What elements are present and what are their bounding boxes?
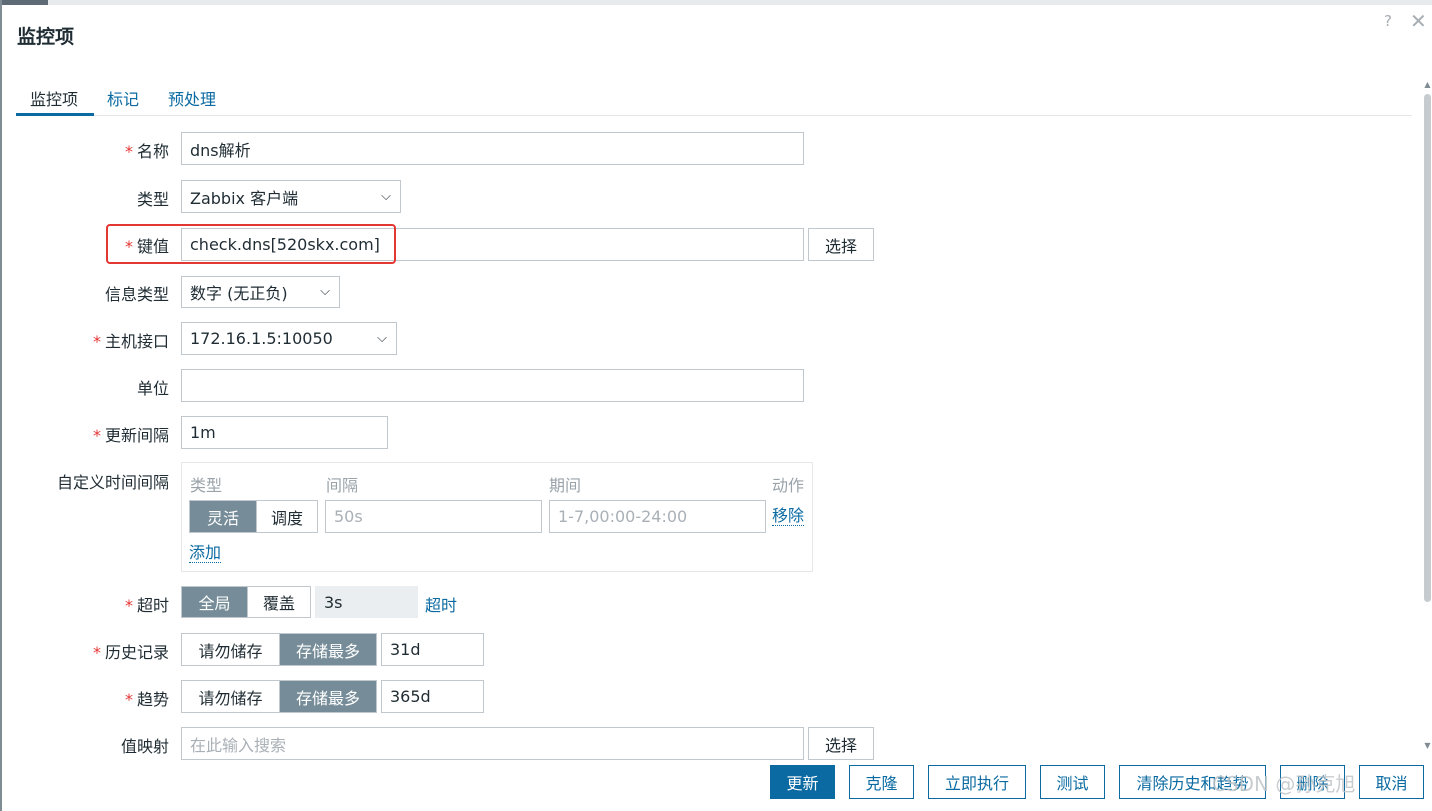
update-interval-input[interactable]: 1m	[181, 416, 388, 449]
col-interval-header: 间隔	[326, 476, 359, 495]
scrollbar[interactable]: ▲ ▼	[1423, 80, 1432, 750]
timeout-toggle: 全局 覆盖	[181, 586, 311, 618]
info-type-label: 信息类型	[104, 285, 169, 304]
key-highlight-box	[106, 224, 396, 264]
top-strip-dark	[0, 0, 48, 5]
trends-input[interactable]: 365d	[381, 680, 484, 713]
scroll-up-icon[interactable]: ▲	[1423, 80, 1432, 89]
tab-bar: 监控项 标记 预处理	[16, 86, 1412, 116]
chevron-down-icon: ⌵	[320, 283, 330, 299]
update-button[interactable]: 更新	[770, 765, 835, 799]
trends-do-not-store-option[interactable]: 请勿储存	[182, 681, 279, 712]
scrollbar-thumb[interactable]	[1424, 94, 1431, 602]
col-period-header: 期间	[549, 476, 582, 495]
left-edge	[0, 0, 2, 811]
interval-input[interactable]: 50s	[325, 500, 542, 533]
trends-toggle: 请勿储存 存储最多	[181, 680, 377, 713]
chevron-down-icon: ⌵	[381, 188, 391, 204]
active-tab-underline	[16, 113, 94, 116]
add-interval-link[interactable]: 添加	[189, 544, 222, 563]
test-button[interactable]: 测试	[1040, 765, 1105, 799]
value-map-label: 值映射	[120, 737, 169, 756]
execute-now-button[interactable]: 立即执行	[928, 765, 1026, 799]
history-store-up-to-option[interactable]: 存储最多	[279, 634, 376, 665]
units-input[interactable]	[181, 369, 804, 402]
type-label: 类型	[136, 190, 169, 209]
mode-scheduling-option[interactable]: 调度	[256, 501, 317, 532]
history-toggle: 请勿储存 存储最多	[181, 633, 377, 666]
timeout-global-option[interactable]: 全局	[182, 587, 247, 617]
remove-interval-link[interactable]: 移除	[772, 507, 805, 526]
top-strip	[0, 0, 1432, 5]
host-interface-label: * 主机接口	[92, 332, 169, 351]
key-select-button[interactable]: 选择	[808, 228, 874, 261]
interval-mode-toggle: 灵活 调度	[189, 500, 318, 533]
clone-button[interactable]: 克隆	[849, 765, 914, 799]
custom-intervals-table: 类型 间隔 期间 动作 灵活 调度 50s 1-7,00:00-24:00 移除…	[181, 462, 813, 572]
name-label: * 名称	[124, 142, 169, 161]
cancel-button[interactable]: 取消	[1359, 765, 1424, 799]
info-type-select[interactable]: 数字 (无正负) ⌵	[181, 276, 340, 308]
col-action-header: 动作	[772, 476, 805, 495]
tab-preprocessing[interactable]: 预处理	[168, 86, 216, 110]
name-input[interactable]: dns解析	[181, 132, 804, 165]
help-icon[interactable]: ?	[1384, 12, 1392, 30]
mode-flexible-option[interactable]: 灵活	[190, 501, 256, 532]
timeout-settings-link[interactable]: 超时	[425, 592, 457, 616]
custom-intervals-label: 自定义时间间隔	[56, 473, 169, 492]
value-map-select-button[interactable]: 选择	[808, 727, 874, 760]
dialog-title: 监控项	[17, 26, 75, 48]
close-icon[interactable]: ✕	[1410, 9, 1427, 33]
update-interval-label: * 更新间隔	[92, 426, 169, 445]
history-label: * 历史记录	[92, 643, 169, 662]
chevron-down-icon: ⌵	[377, 330, 387, 346]
period-input[interactable]: 1-7,00:00-24:00	[549, 500, 766, 533]
scroll-down-icon[interactable]: ▼	[1423, 741, 1432, 750]
units-label: 单位	[136, 379, 169, 398]
history-do-not-store-option[interactable]: 请勿储存	[182, 634, 279, 665]
timeout-input: 3s	[315, 586, 418, 618]
clear-history-button[interactable]: 清除历史和趋势	[1119, 765, 1266, 799]
tab-item[interactable]: 监控项	[30, 86, 78, 110]
value-map-input[interactable]: 在此输入搜索	[181, 727, 804, 760]
delete-button[interactable]: 删除	[1280, 765, 1345, 799]
timeout-label: * 超时	[124, 596, 169, 615]
timeout-override-option[interactable]: 覆盖	[247, 587, 310, 617]
tab-tags[interactable]: 标记	[107, 86, 139, 110]
history-input[interactable]: 31d	[381, 633, 484, 666]
col-type-header: 类型	[190, 476, 223, 495]
host-interface-select[interactable]: 172.16.1.5:10050 ⌵	[181, 322, 397, 355]
type-select[interactable]: Zabbix 客户端 ⌵	[181, 180, 401, 213]
trends-store-up-to-option[interactable]: 存储最多	[279, 681, 376, 712]
trends-label: * 趋势	[124, 690, 169, 709]
